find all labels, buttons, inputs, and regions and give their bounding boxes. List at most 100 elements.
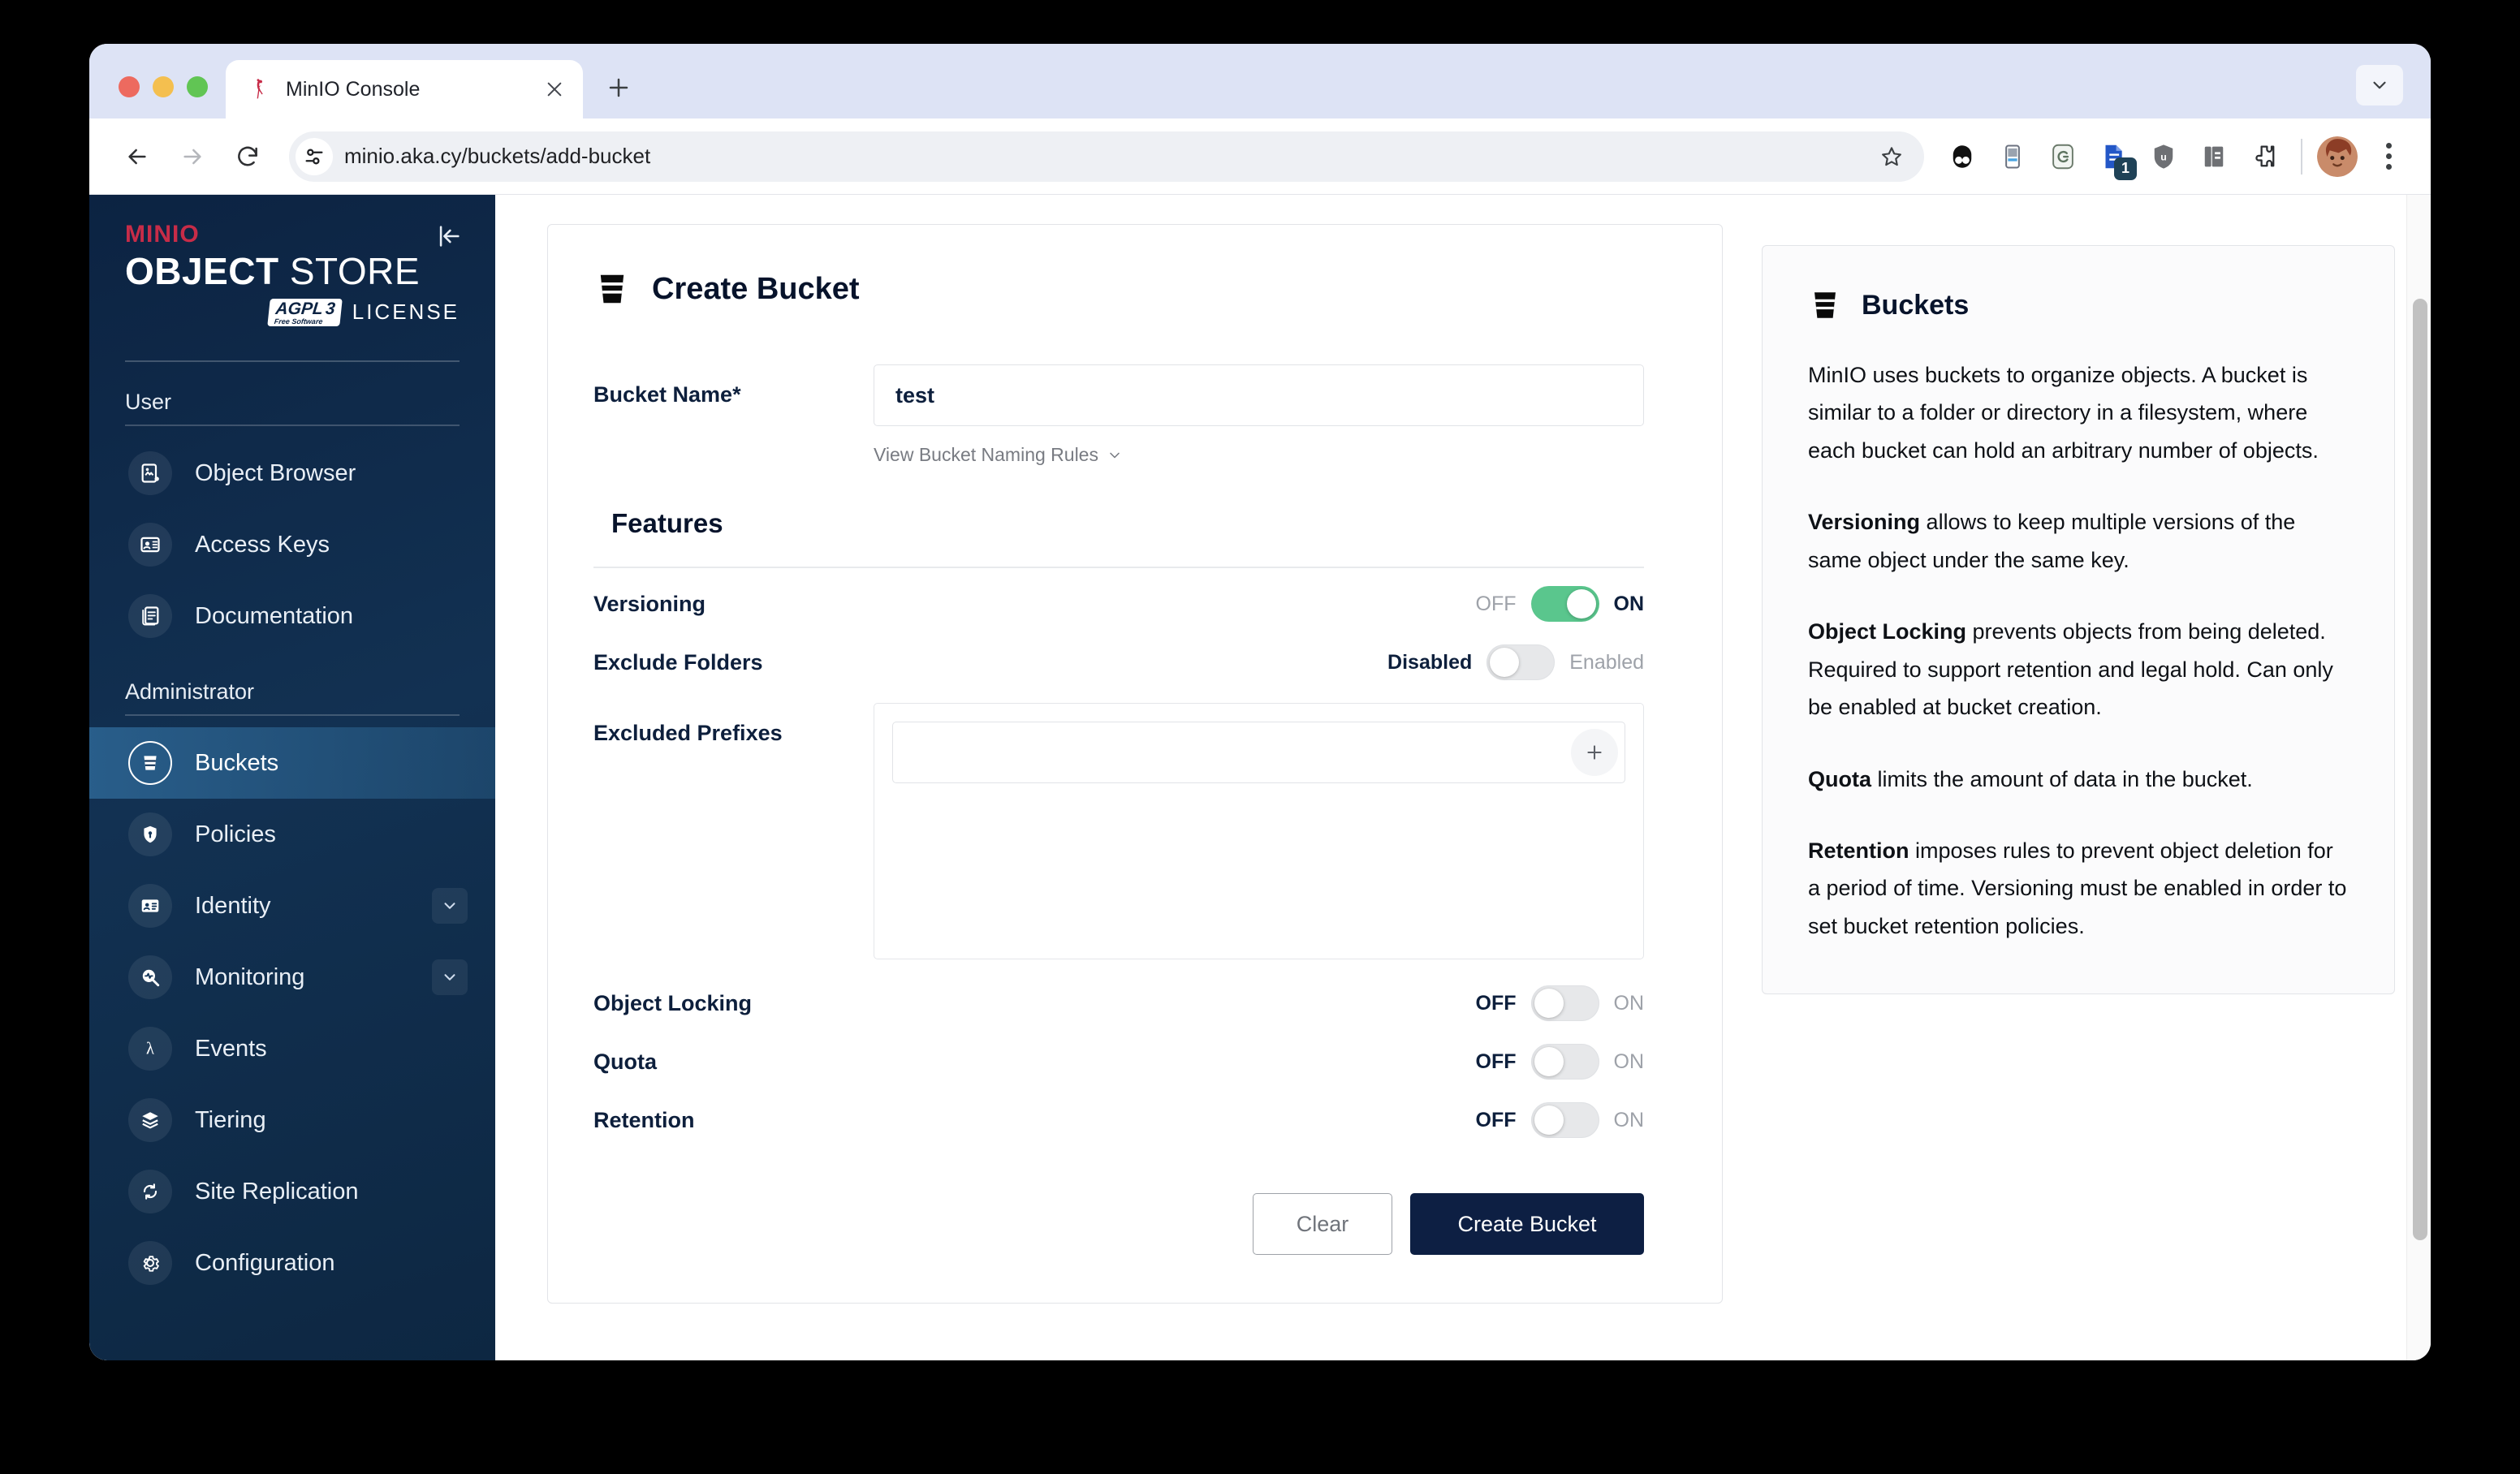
sidebar-item-events[interactable]: λ Events [89, 1013, 495, 1084]
layers-icon [128, 1098, 172, 1143]
license-badge: AGPL Free Software 3 LICENSE [125, 298, 460, 327]
retention-toggle[interactable]: OFF ON [1475, 1102, 1645, 1138]
bitwarden-extension-icon[interactable] [1940, 135, 1984, 179]
bucket-icon [1814, 292, 1836, 318]
quota-row: Quota OFF ON [593, 1032, 1644, 1091]
help-panel-title: Buckets [1862, 289, 1970, 321]
versioning-toggle[interactable]: OFF ON [1475, 586, 1645, 622]
identity-card-icon [128, 884, 172, 929]
sidebar-item-label: Monitoring [195, 963, 305, 990]
features-heading: Features [611, 508, 723, 538]
sidebar-item-label: Configuration [195, 1249, 335, 1276]
sidebar-item-tiering[interactable]: Tiering [89, 1084, 495, 1156]
tune-sliders-icon[interactable] [296, 137, 333, 175]
maximize-window-button[interactable] [187, 76, 208, 97]
sidebar-section-administrator: Administrator [125, 679, 255, 705]
forward-arrow-icon [167, 131, 218, 182]
excluded-prefixes-field[interactable] [892, 722, 1625, 783]
sidebar-item-identity[interactable]: Identity [89, 870, 495, 942]
browser-tab[interactable]: MinIO Console [226, 60, 583, 119]
sidebar-item-site-replication[interactable]: Site Replication [89, 1156, 495, 1227]
sidebar-section-user: User [125, 390, 172, 415]
close-window-button[interactable] [119, 76, 140, 97]
sidebar-item-label: Events [195, 1035, 267, 1062]
lock-icon [128, 812, 172, 857]
device-extension-icon[interactable] [1991, 135, 2035, 179]
exclude-folders-label: Exclude Folders [593, 649, 763, 675]
versioning-off-label: OFF [1475, 592, 1517, 615]
object-locking-switch[interactable] [1530, 985, 1599, 1021]
browser-window: MinIO Console minio.aka.cy/buckets/add-b… [89, 44, 2431, 1360]
chevron-down-icon[interactable] [2356, 65, 2403, 106]
sidebar-item-access-keys[interactable]: Access Keys [89, 509, 495, 580]
chevron-down-icon[interactable] [432, 959, 468, 996]
create-bucket-button[interactable]: Create Bucket [1410, 1193, 1644, 1255]
plus-icon[interactable] [1571, 729, 1618, 776]
tab-title: MinIO Console [286, 77, 421, 101]
back-arrow-icon[interactable] [112, 131, 162, 182]
extension-badge-count: 1 [2114, 157, 2137, 180]
quota-toggle[interactable]: OFF ON [1475, 1044, 1644, 1080]
minimize-window-button[interactable] [153, 76, 174, 97]
reload-icon[interactable] [222, 131, 273, 182]
bucket-name-input[interactable] [874, 364, 1644, 426]
naming-rules-label: View Bucket Naming Rules [874, 444, 1098, 465]
help-paragraph-quota: Quota limits the amount of data in the b… [1808, 766, 2253, 791]
sidebar-item-configuration[interactable]: Configuration [89, 1227, 495, 1299]
sidebar-item-policies[interactable]: Policies [89, 799, 495, 870]
clipboard-extension-icon[interactable] [2192, 135, 2236, 179]
excluded-prefixes-label: Excluded Prefixes [593, 721, 783, 745]
new-tab-button[interactable] [596, 65, 641, 110]
retention-row: Retention OFF ON [593, 1091, 1644, 1149]
object-locking-label: Object Locking [593, 990, 753, 1015]
bucket-icon [600, 274, 624, 304]
page-scrollbar[interactable] [2406, 195, 2431, 1360]
kebab-menu-icon[interactable] [2367, 136, 2410, 178]
object-browser-icon [128, 451, 172, 496]
sidebar-item-documentation[interactable]: Documentation [89, 580, 495, 652]
puzzle-extensions-icon[interactable] [2242, 135, 2286, 179]
object-locking-toggle[interactable]: OFF ON [1476, 985, 1644, 1021]
excluded-prefix-input[interactable] [911, 739, 1571, 765]
agpl-badge: AGPL Free Software 3 [266, 298, 343, 327]
versioning-on-label: ON [1613, 592, 1645, 615]
scrollbar-thumb[interactable] [2413, 299, 2427, 1240]
toolbar-divider [2301, 138, 2302, 175]
retention-switch[interactable] [1530, 1102, 1599, 1138]
versioning-switch[interactable] [1530, 586, 1599, 622]
docs-extension-icon[interactable]: 1 [2091, 135, 2137, 180]
svg-text:u: u [2160, 151, 2167, 162]
sidebar-item-buckets[interactable]: Buckets [89, 727, 495, 799]
replication-refresh-icon [128, 1170, 172, 1214]
clear-button[interactable]: Clear [1253, 1193, 1392, 1255]
tab-strip: MinIO Console [89, 44, 2431, 119]
sidebar-item-label: Tiering [195, 1106, 266, 1133]
ublock-shield-extension-icon[interactable]: u [2142, 135, 2186, 179]
star-icon[interactable] [1871, 136, 1913, 178]
gear-icon [128, 1241, 172, 1286]
bucket-name-label: Bucket Name* [593, 382, 741, 407]
help-paragraph-object-locking: Object Locking prevents objects from bei… [1808, 619, 2333, 720]
quota-off-label: OFF [1475, 1049, 1517, 1073]
sidebar-item-label: Identity [195, 892, 271, 919]
sidebar: MINIO OBJECT STORE AGPL Free Software 3 … [89, 195, 495, 1360]
close-icon[interactable] [541, 75, 568, 103]
retention-on-label: ON [1613, 1108, 1645, 1131]
sidebar-item-object-browser[interactable]: Object Browser [89, 437, 495, 509]
page-title: Create Bucket [593, 270, 1644, 308]
exclude-folders-toggle[interactable]: Disabled Enabled [1387, 644, 1644, 680]
sidebar-item-label: Documentation [195, 602, 354, 629]
quota-switch[interactable] [1530, 1044, 1599, 1080]
exclude-folders-switch[interactable] [1487, 644, 1556, 680]
view-bucket-naming-rules-link[interactable]: View Bucket Naming Rules [874, 444, 1123, 466]
address-bar[interactable]: minio.aka.cy/buckets/add-bucket [289, 131, 1924, 182]
collapse-sidebar-icon[interactable] [430, 218, 468, 255]
sidebar-item-monitoring[interactable]: Monitoring [89, 942, 495, 1013]
grammarly-extension-icon[interactable] [2041, 135, 2085, 179]
access-keys-icon [128, 523, 172, 567]
avatar[interactable] [2317, 136, 2358, 177]
lambda-icon: λ [128, 1027, 172, 1071]
retention-off-label: OFF [1475, 1108, 1517, 1131]
page-viewport: MINIO OBJECT STORE AGPL Free Software 3 … [89, 195, 2431, 1360]
chevron-down-icon[interactable] [432, 888, 468, 924]
